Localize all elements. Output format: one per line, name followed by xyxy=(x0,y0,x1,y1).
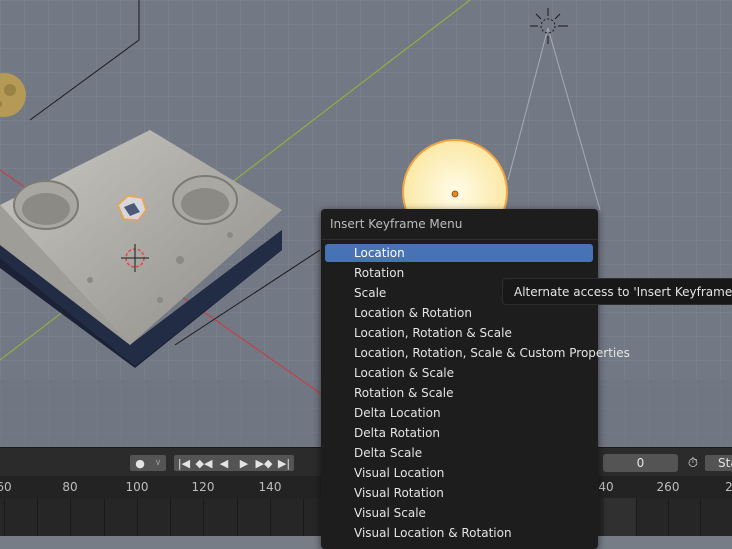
menu-item-visual-location-rotation[interactable]: Visual Location & Rotation xyxy=(325,524,593,542)
menu-item-delta-rotation[interactable]: Delta Rotation xyxy=(325,424,593,442)
insert-keyframe-menu: Insert Keyframe Menu Location Rotation S… xyxy=(321,209,630,549)
record-dot-icon[interactable]: ● xyxy=(131,454,149,472)
jump-end-icon[interactable]: ▶| xyxy=(275,454,293,472)
ruler-tick: 100 xyxy=(125,480,149,494)
menu-item-location-rotation-scale-custom[interactable]: Location, Rotation, Scale & Custom Prope… xyxy=(325,344,630,362)
menu-title: Insert Keyframe Menu xyxy=(330,217,463,231)
stopwatch-icon[interactable]: ⏱ xyxy=(684,454,702,472)
next-keyframe-icon[interactable]: ▶◆ xyxy=(255,454,273,472)
menu-item-visual-rotation[interactable]: Visual Rotation xyxy=(325,484,593,502)
ruler-tick: 260 xyxy=(656,480,680,494)
current-frame-field[interactable]: 0 xyxy=(603,454,678,472)
menu-item-delta-scale[interactable]: Delta Scale xyxy=(325,444,593,462)
ruler-tick: 120 xyxy=(191,480,215,494)
ruler-tick: 40 xyxy=(598,480,614,494)
menu-item-location[interactable]: Location xyxy=(325,244,593,262)
ruler-tick: 2 xyxy=(725,480,732,494)
play-reverse-icon[interactable]: ◀ xyxy=(215,454,233,472)
ruler-tick: 140 xyxy=(258,480,282,494)
ruler-tick: 60 xyxy=(0,480,12,494)
menu-item-rotation-scale[interactable]: Rotation & Scale xyxy=(325,384,593,402)
menu-tooltip: Alternate access to 'Insert Keyframe' fo… xyxy=(502,278,732,305)
menu-separator xyxy=(321,239,598,240)
menu-item-delta-location[interactable]: Delta Location xyxy=(325,404,593,422)
menu-item-visual-scale[interactable]: Visual Scale xyxy=(325,504,593,522)
menu-item-location-rotation[interactable]: Location & Rotation xyxy=(325,304,593,322)
menu-item-visual-location[interactable]: Visual Location xyxy=(325,464,593,482)
ruler-tick: 80 xyxy=(62,480,78,494)
chevron-down-icon[interactable]: ∨ xyxy=(149,454,167,472)
jump-start-icon[interactable]: |◀ xyxy=(175,454,193,472)
menu-item-location-scale[interactable]: Location & Scale xyxy=(325,364,593,382)
prev-keyframe-icon[interactable]: ◆◀ xyxy=(195,454,213,472)
menu-item-location-rotation-scale[interactable]: Location, Rotation & Scale xyxy=(325,324,593,342)
start-frame-field[interactable]: Sta xyxy=(705,455,732,471)
play-icon[interactable]: ▶ xyxy=(235,454,253,472)
